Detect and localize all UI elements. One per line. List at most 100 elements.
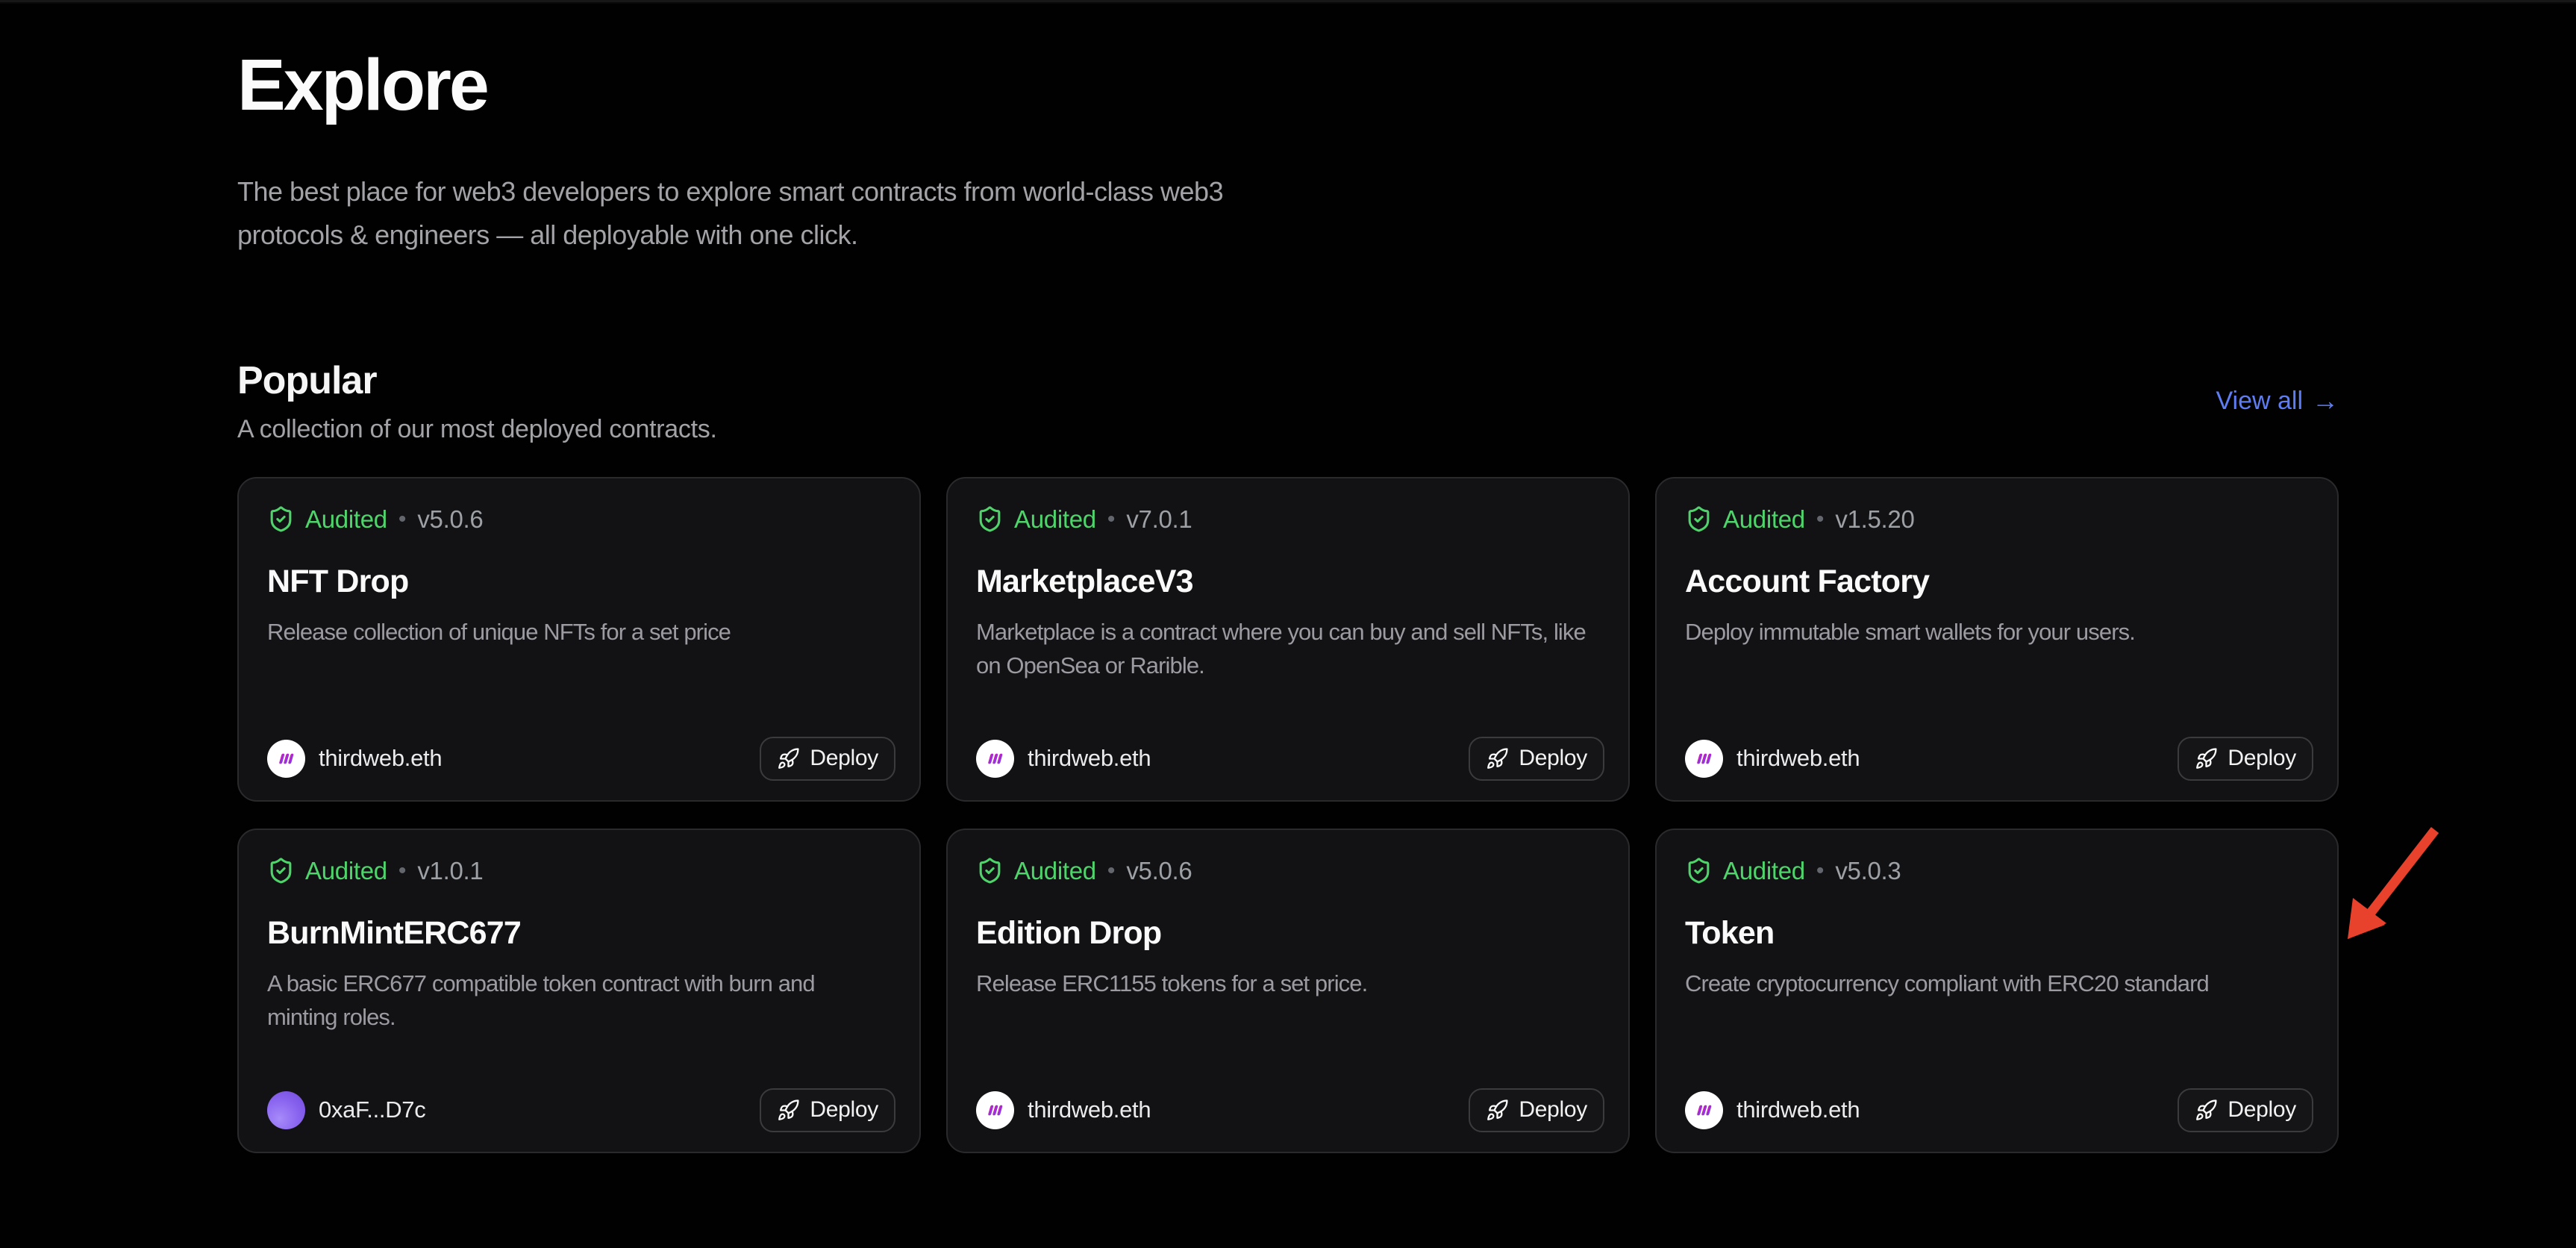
version-label: v5.0.6 [417,505,483,534]
audited-label: Audited [1723,857,1805,885]
deploy-button[interactable]: Deploy [2178,737,2313,781]
publisher-name: thirdweb.eth [1028,1096,1151,1123]
version-label: v7.0.1 [1126,505,1192,534]
audited-badge: Audited • v1.5.20 [1685,505,2309,534]
deploy-label: Deploy [1519,746,1587,771]
publisher-avatar [1685,1091,1723,1129]
rocket-icon [1486,1099,1509,1122]
publisher-name: thirdweb.eth [1736,1096,1860,1123]
rocket-icon [2195,747,2218,770]
section-title: Popular [237,358,717,403]
deploy-label: Deploy [810,746,878,771]
shield-check-icon [1685,857,1713,884]
contract-description: Release collection of unique NFTs for a … [267,615,891,649]
publisher-name: 0xaF...D7c [319,1096,425,1123]
red-arrow-annotation [2340,820,2452,952]
card-footer: thirdweb.eth Deploy [1685,737,2313,781]
audited-label: Audited [1014,857,1096,885]
thirdweb-logo-icon [275,747,298,770]
thirdweb-logo-icon [984,747,1007,770]
dot-separator: • [1816,858,1825,884]
dot-separator: • [398,858,407,884]
view-all-label: View all [2216,387,2303,416]
contract-card[interactable]: Audited • v5.0.3 Token Create cryptocurr… [1655,829,2339,1153]
publisher-name: thirdweb.eth [319,745,442,772]
contract-title: BurnMintERC677 [267,915,891,952]
page-title: Explore [237,46,2339,125]
publisher[interactable]: thirdweb.eth [976,740,1151,778]
deploy-button[interactable]: Deploy [2178,1088,2313,1132]
publisher-name: thirdweb.eth [1736,745,1860,772]
rocket-icon [777,1099,800,1122]
dot-separator: • [1816,507,1825,532]
publisher[interactable]: thirdweb.eth [1685,1091,1860,1129]
audited-badge: Audited • v1.0.1 [267,857,891,885]
popular-section-titles: Popular A collection of our most deploye… [237,358,717,444]
contract-card[interactable]: Audited • v5.0.6 NFT Drop Release collec… [237,477,921,802]
version-label: v5.0.3 [1835,857,1901,885]
audited-label: Audited [1014,505,1096,534]
deploy-button[interactable]: Deploy [1469,737,1604,781]
thirdweb-logo-icon [1692,1099,1716,1122]
publisher-avatar [267,740,305,778]
dot-separator: • [1107,858,1116,884]
publisher[interactable]: thirdweb.eth [976,1091,1151,1129]
shield-check-icon [976,857,1004,884]
publisher-avatar [267,1091,305,1129]
card-footer: thirdweb.eth Deploy [1685,1088,2313,1132]
arrow-right-icon: → [2312,387,2339,414]
contract-title: Token [1685,915,2309,952]
version-label: v5.0.6 [1126,857,1192,885]
contract-card[interactable]: Audited • v5.0.6 Edition Drop Release ER… [946,829,1630,1153]
publisher-avatar [976,740,1014,778]
deploy-label: Deploy [810,1097,878,1123]
contract-description: Marketplace is a contract where you can … [976,615,1600,682]
shield-check-icon [976,505,1004,533]
publisher-avatar [1685,740,1723,778]
thirdweb-logo-icon [984,1099,1007,1122]
dot-separator: • [398,507,407,532]
contract-description: Release ERC1155 tokens for a set price. [976,967,1600,1000]
contract-card[interactable]: Audited • v1.5.20 Account Factory Deploy… [1655,477,2339,802]
audited-label: Audited [305,857,387,885]
card-footer: thirdweb.eth Deploy [267,737,895,781]
deploy-button[interactable]: Deploy [1469,1088,1604,1132]
deploy-label: Deploy [2228,746,2296,771]
version-label: v1.5.20 [1835,505,1914,534]
card-footer: thirdweb.eth Deploy [976,1088,1604,1132]
audited-badge: Audited • v5.0.6 [976,857,1600,885]
deploy-button[interactable]: Deploy [760,737,895,781]
audited-label: Audited [305,505,387,534]
shield-check-icon [267,857,295,884]
rocket-icon [2195,1099,2218,1122]
publisher-name: thirdweb.eth [1028,745,1151,772]
publisher[interactable]: 0xaF...D7c [267,1091,425,1129]
view-all-link[interactable]: View all → [2216,387,2339,416]
contract-description: Deploy immutable smart wallets for your … [1685,615,2309,649]
thirdweb-logo-icon [1692,747,1716,770]
publisher[interactable]: thirdweb.eth [267,740,442,778]
deploy-button[interactable]: Deploy [760,1088,895,1132]
contract-title: NFT Drop [267,564,891,600]
card-footer: thirdweb.eth Deploy [976,737,1604,781]
deploy-label: Deploy [2228,1097,2296,1123]
publisher[interactable]: thirdweb.eth [1685,740,1860,778]
version-label: v1.0.1 [417,857,483,885]
contract-description: A basic ERC677 compatible token contract… [267,967,891,1034]
contract-description: Create cryptocurrency compliant with ERC… [1685,967,2309,1000]
contract-title: Account Factory [1685,564,2309,600]
contract-title: MarketplaceV3 [976,564,1600,600]
contract-title: Edition Drop [976,915,1600,952]
rocket-icon [777,747,800,770]
page-subtitle: The best place for web3 developers to ex… [237,170,1506,257]
section-subtitle: A collection of our most deployed contra… [237,415,717,444]
deploy-label: Deploy [1519,1097,1587,1123]
contract-card[interactable]: Audited • v1.0.1 BurnMintERC677 A basic … [237,829,921,1153]
contract-card[interactable]: Audited • v7.0.1 MarketplaceV3 Marketpla… [946,477,1630,802]
shield-check-icon [1685,505,1713,533]
card-footer: 0xaF...D7c Deploy [267,1088,895,1132]
rocket-icon [1486,747,1509,770]
audited-badge: Audited • v5.0.6 [267,505,891,534]
audited-badge: Audited • v7.0.1 [976,505,1600,534]
dot-separator: • [1107,507,1116,532]
